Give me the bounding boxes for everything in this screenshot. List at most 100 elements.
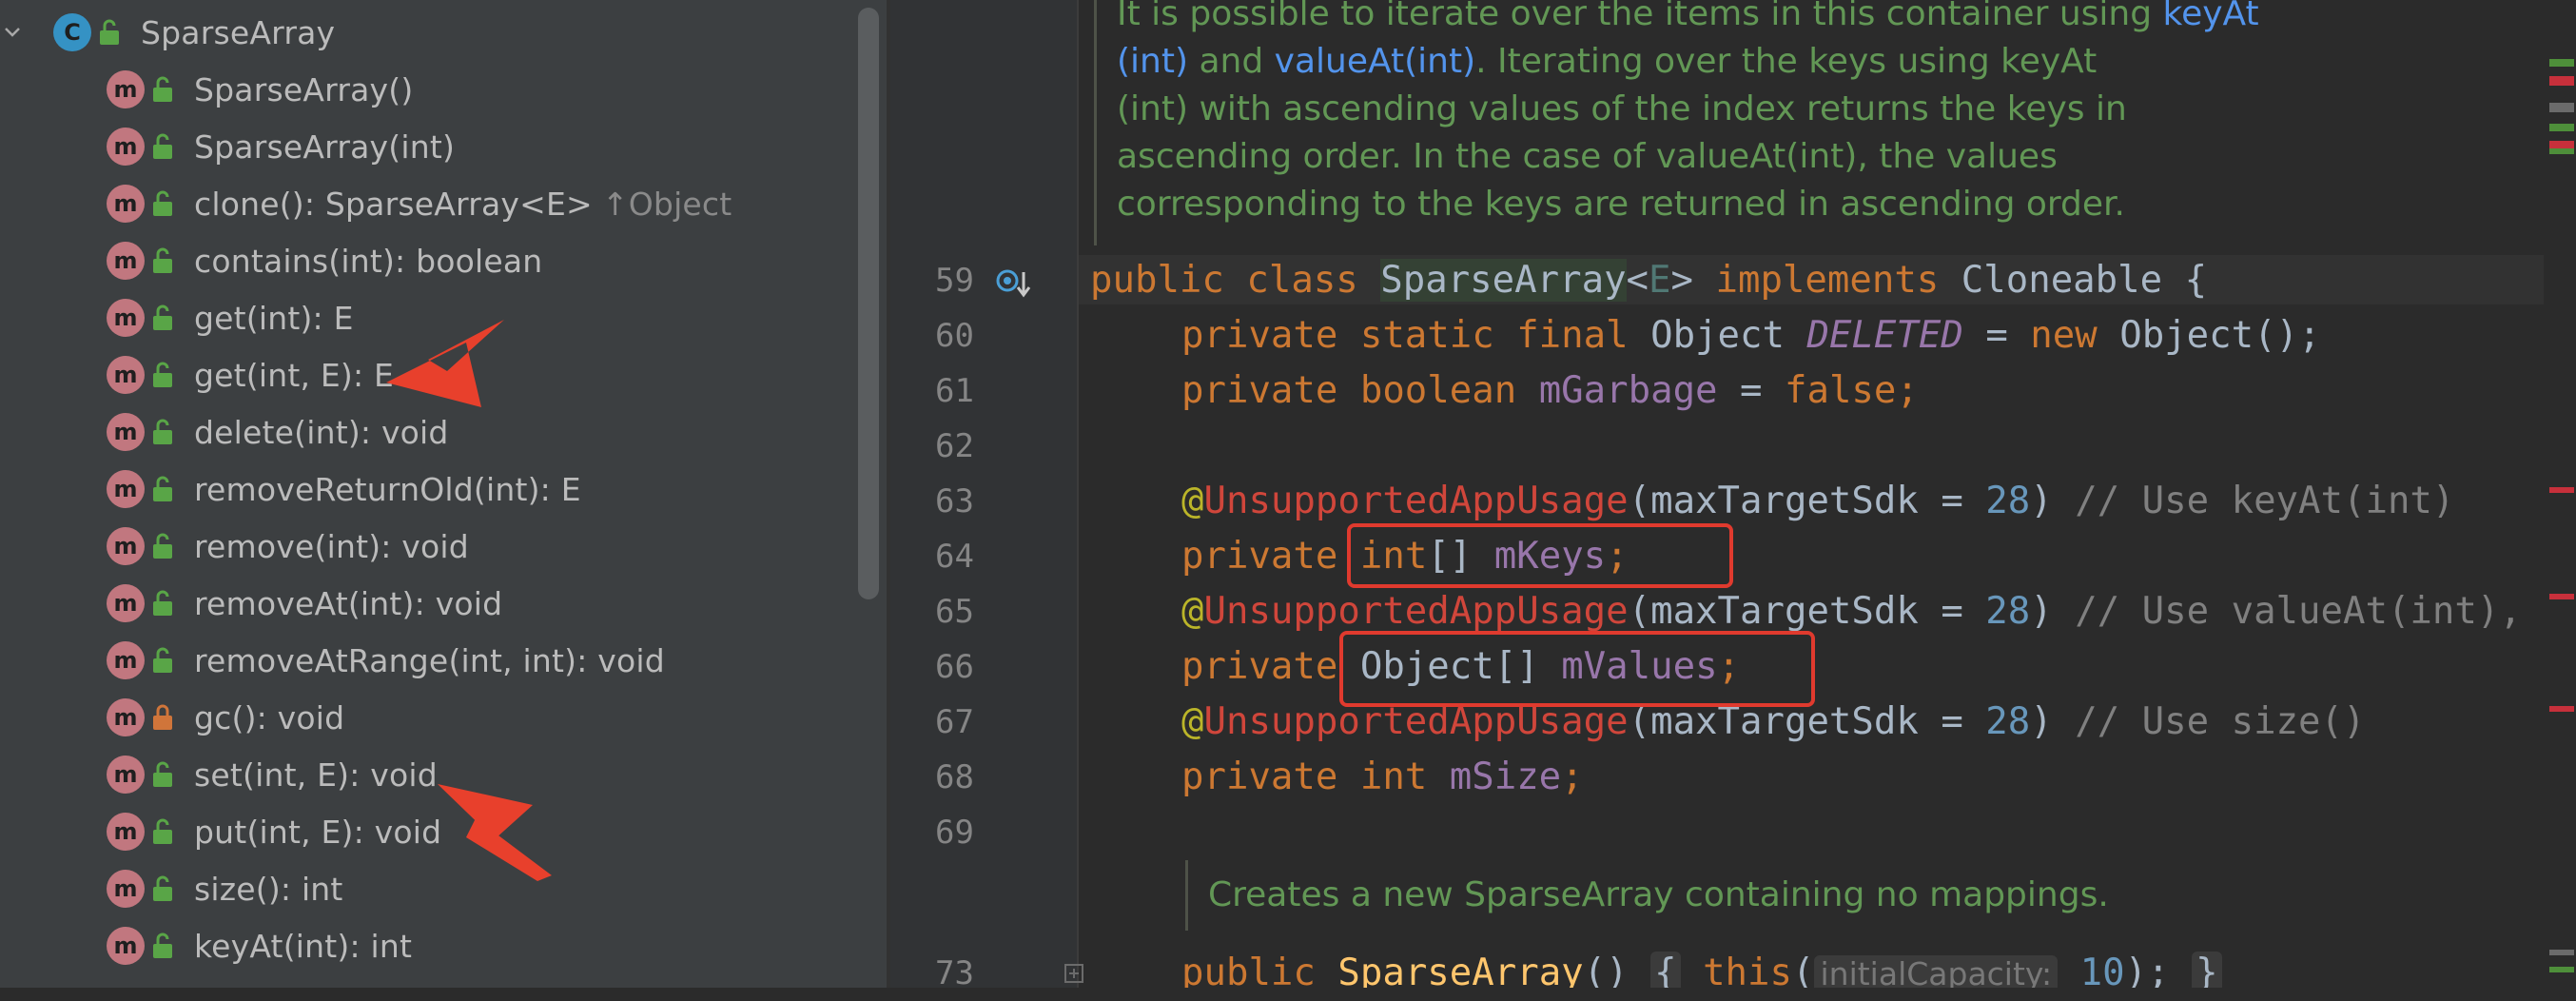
doc-comment-bar: [1094, 0, 1097, 245]
code-line-60[interactable]: private static final Object DELETED = ne…: [1181, 308, 2321, 363]
tree-item-method[interactable]: m set(int, E): void: [0, 746, 438, 803]
doc-link[interactable]: valueAt(int): [1275, 42, 1475, 81]
tree-item-method[interactable]: m removeAtRange(int, int): void: [0, 632, 665, 689]
line-number[interactable]: 73: [890, 946, 974, 1001]
public-lock-icon: [153, 818, 172, 844]
override-indicator: ↑Object: [601, 185, 732, 223]
doc-link[interactable]: keyAt: [2163, 0, 2259, 33]
highlight-box-mvalues: [1339, 631, 1815, 707]
highlight-box-mkeys: [1347, 523, 1733, 588]
method-icon: m: [107, 185, 145, 223]
line-number[interactable]: 69: [890, 805, 974, 860]
code-line-73[interactable]: public SparseArray() { this(initialCapac…: [1181, 946, 2222, 988]
method-signature: set(int, E): void: [194, 756, 438, 794]
keyword: private int: [1181, 756, 1428, 798]
fold-brace[interactable]: }: [2192, 952, 2222, 988]
keyword: private boolean: [1181, 369, 1517, 412]
method-icon: m: [107, 813, 145, 851]
tree-item-method[interactable]: m contains(int): boolean: [0, 232, 542, 289]
implements-marker-icon[interactable]: [995, 266, 1031, 301]
code-line-59[interactable]: public class SparseArray<E> implements C…: [1090, 253, 2207, 308]
tree-item-method[interactable]: m SparseArray(): [0, 61, 413, 118]
line-number[interactable]: 61: [890, 363, 974, 419]
method-signature: keyAt(int): int: [194, 927, 413, 965]
tree-item-method[interactable]: m delete(int): void: [0, 403, 449, 461]
tree-item-label: removeAt(int): void: [194, 585, 502, 622]
punct: );: [2124, 952, 2193, 988]
stripe-marker[interactable]: [2549, 103, 2574, 112]
tree-item-label: gc(): void: [194, 699, 344, 736]
tree-root-sparsearray[interactable]: C SparseArray: [0, 4, 335, 61]
tree-item-method[interactable]: m clone(): SparseArray<E> ↑Object: [0, 175, 732, 232]
public-lock-icon: [153, 875, 172, 901]
method-signature: removeReturnOld(int): E: [194, 470, 581, 508]
stripe-marker[interactable]: [2549, 487, 2574, 493]
line-number[interactable]: 60: [890, 308, 974, 363]
tree-item-method[interactable]: m SparseArray(int): [0, 118, 455, 175]
doc-line: (int) with ascending values of the index…: [1117, 89, 2127, 128]
punct: ;: [1561, 756, 1584, 798]
operator: =: [1962, 314, 2031, 357]
code-line-68[interactable]: private int mSize;: [1181, 750, 1584, 805]
keyword: this: [1703, 952, 1792, 988]
public-lock-icon: [153, 761, 172, 787]
code-line-63[interactable]: @UnsupportedAppUsage(maxTargetSdk = 28) …: [1181, 474, 2454, 529]
tree-item-method[interactable]: m keyAt(int): int: [0, 917, 412, 974]
line-number[interactable]: 67: [890, 695, 974, 750]
public-lock-icon: [153, 76, 172, 102]
tree-item-method[interactable]: m put(int, E): void: [0, 803, 441, 860]
class-name: SparseArray: [1380, 259, 1627, 302]
method-signature: put(int, E): void: [194, 813, 442, 851]
code-editor[interactable]: It is possible to iterate over the items…: [1079, 0, 2544, 988]
line-number[interactable]: 59: [890, 253, 974, 308]
method-icon: m: [107, 698, 145, 736]
tree-item-method[interactable]: m removeReturnOld(int): E: [0, 461, 581, 518]
doc-line: It is possible to iterate over the items…: [1117, 0, 2259, 38]
stripe-marker[interactable]: [2549, 706, 2574, 712]
line-number[interactable]: 63: [890, 474, 974, 529]
code-line-61[interactable]: private boolean mGarbage = false;: [1181, 363, 1919, 419]
line-number[interactable]: 64: [890, 529, 974, 584]
method-icon: m: [107, 756, 145, 794]
fold-icon[interactable]: [1064, 963, 1086, 986]
line-number[interactable]: 68: [890, 750, 974, 805]
tree-item-label: delete(int): void: [194, 414, 449, 451]
line-number[interactable]: 66: [890, 639, 974, 695]
tree-item-method[interactable]: m remove(int): void: [0, 518, 469, 575]
method-icon: m: [107, 413, 145, 451]
tree-item-method[interactable]: m size(): int: [0, 860, 343, 917]
doc-text: . Iterating over the keys using keyAt: [1475, 42, 2098, 81]
fold-brace[interactable]: {: [1650, 952, 1681, 988]
tree-item-method[interactable]: m gc(): void: [0, 689, 344, 746]
method-icon: m: [107, 128, 145, 166]
stripe-marker[interactable]: [2549, 950, 2574, 955]
stripe-marker[interactable]: [2549, 124, 2574, 131]
doc-link[interactable]: (int): [1117, 42, 1188, 81]
stripe-marker[interactable]: [2549, 594, 2574, 599]
public-lock-icon: [153, 533, 172, 559]
public-lock-icon: [153, 133, 172, 159]
stripe-marker[interactable]: [2549, 967, 2574, 972]
method-signature: get(int, E): E: [194, 356, 395, 394]
method-icon: m: [107, 356, 145, 394]
punct: <: [1626, 259, 1649, 302]
tree-item-method[interactable]: m get(int, E): E: [0, 346, 394, 403]
chevron-down-icon[interactable]: [0, 4, 25, 61]
line-number[interactable]: 62: [890, 419, 974, 474]
keyword: false: [1784, 369, 1897, 412]
stripe-marker[interactable]: [2549, 148, 2574, 154]
punct: ): [2030, 590, 2076, 633]
stripe-marker[interactable]: [2549, 76, 2574, 86]
doc-line: Creates a new SparseArray containing no …: [1208, 875, 2109, 914]
stripe-marker[interactable]: [2549, 59, 2574, 67]
method-icon: m: [107, 299, 145, 337]
interface-name: Cloneable {: [1961, 259, 2208, 302]
line-number[interactable]: 65: [890, 584, 974, 639]
public-lock-icon: [153, 190, 172, 216]
scrollbar-thumb[interactable]: [858, 8, 879, 599]
punct: ;: [1896, 369, 1919, 412]
tree-item-method[interactable]: m removeAt(int): void: [0, 575, 502, 632]
keyword: private: [1181, 645, 1338, 688]
tree-item-method[interactable]: m get(int): E: [0, 289, 354, 346]
tree-item-label: contains(int): boolean: [194, 243, 542, 280]
